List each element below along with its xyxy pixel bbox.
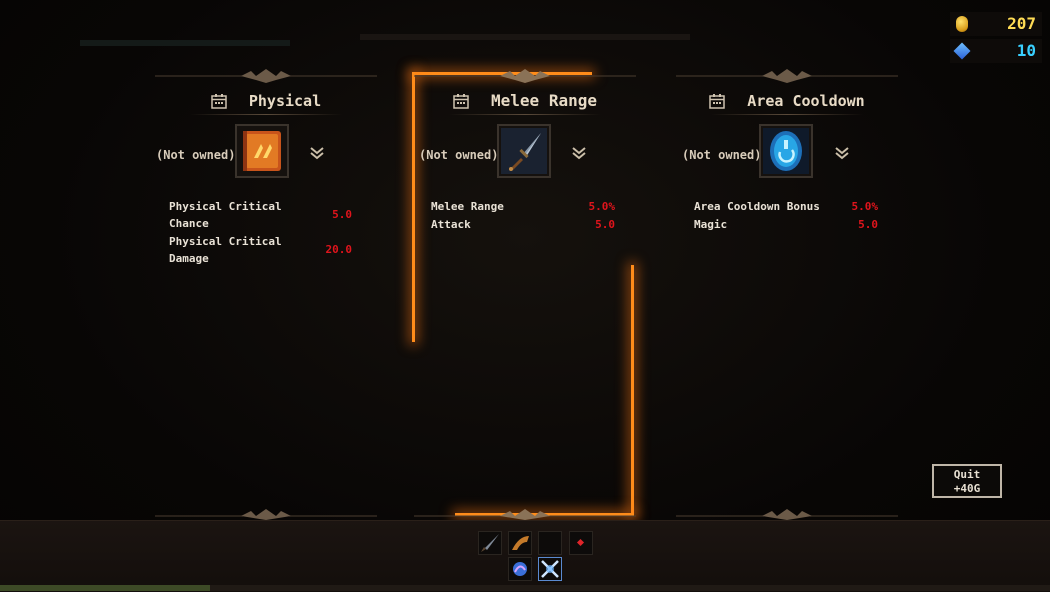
card-title: Physical bbox=[248, 91, 322, 110]
stat-value: 20.0 bbox=[325, 243, 353, 256]
equip-slot-spirit[interactable] bbox=[508, 557, 532, 581]
stat-label: Area Cooldown Bonus bbox=[694, 200, 820, 213]
upgrade-card-area-cooldown[interactable]: Area Cooldown (Not owned) Area Cooldown … bbox=[656, 68, 918, 288]
stat-label: Physical Critical Chance bbox=[169, 200, 282, 230]
physical-tome-icon bbox=[243, 131, 281, 171]
crossed-blades-icon bbox=[541, 560, 559, 578]
owned-status: (Not owned) bbox=[682, 148, 762, 162]
quit-label: Quit bbox=[953, 468, 981, 481]
stat-value: 5.0 bbox=[858, 218, 878, 231]
gem-counter: 10 bbox=[950, 39, 1042, 63]
title-divider bbox=[190, 114, 342, 115]
stat-label: Attack bbox=[431, 218, 471, 231]
upgrade-card-melee-range[interactable]: Melee Range (Not owned) Melee Range 5.0%… bbox=[394, 68, 656, 288]
calendar-icon bbox=[453, 93, 469, 109]
upgrade-card-physical[interactable]: Physical (Not owned) Physical Critical Ch… bbox=[135, 68, 397, 288]
blue-gem-icon bbox=[953, 42, 971, 60]
experience-bar bbox=[0, 585, 1050, 591]
gem-amount: 10 bbox=[1016, 41, 1036, 60]
item-slot bbox=[235, 124, 289, 178]
stat-value: 5.0% bbox=[588, 200, 616, 213]
item-slot bbox=[497, 124, 551, 178]
top-ornament-icon bbox=[676, 69, 898, 83]
horn-icon bbox=[512, 536, 529, 550]
gold-coin-icon bbox=[956, 16, 968, 32]
calendar-icon bbox=[211, 93, 227, 109]
title-divider bbox=[449, 114, 601, 115]
owned-status: (Not owned) bbox=[419, 148, 499, 162]
stat-value: 5.0% bbox=[851, 200, 879, 213]
calendar-icon bbox=[709, 93, 726, 109]
dagger-icon bbox=[501, 128, 547, 174]
card-title: Melee Range bbox=[491, 91, 597, 110]
blue-spirit-icon bbox=[513, 562, 527, 576]
card-title-row: Area Cooldown bbox=[656, 90, 918, 110]
equip-slot-red-gem[interactable] bbox=[569, 531, 593, 555]
equip-slot-lightning[interactable] bbox=[538, 557, 562, 581]
title-divider bbox=[711, 114, 863, 115]
card-title-row: Physical bbox=[135, 90, 397, 110]
stat-value: 5.0 bbox=[595, 218, 615, 231]
sword-icon bbox=[481, 534, 499, 552]
item-slot bbox=[759, 124, 813, 178]
owned-status: (Not owned) bbox=[156, 148, 236, 162]
background-boss-bar bbox=[360, 34, 690, 40]
equip-slot-horn[interactable] bbox=[508, 531, 532, 555]
quit-reward: +40G bbox=[953, 482, 981, 495]
gold-amount: 207 bbox=[1007, 14, 1036, 33]
quit-button[interactable]: Quit +40G bbox=[932, 464, 1002, 498]
top-ornament-icon bbox=[414, 69, 636, 83]
card-title-row: Melee Range bbox=[394, 90, 656, 110]
card-title: Area Cooldown bbox=[747, 91, 865, 110]
selection-border-right bbox=[631, 265, 634, 515]
stat-label: Melee Range bbox=[431, 200, 504, 213]
chevron-down-icon[interactable] bbox=[834, 146, 850, 160]
background-health-bar bbox=[80, 40, 290, 46]
chevron-down-icon[interactable] bbox=[309, 146, 325, 160]
chevron-down-icon[interactable] bbox=[571, 146, 587, 160]
stat-label: Magic bbox=[694, 218, 728, 231]
stat-value: 5.0 bbox=[332, 208, 352, 221]
red-gem-icon bbox=[576, 538, 585, 547]
gold-counter: 207 bbox=[950, 12, 1042, 36]
experience-fill bbox=[0, 585, 210, 591]
stat-label: Physical Critical Damage bbox=[169, 235, 282, 265]
equip-slot-empty[interactable] bbox=[538, 531, 562, 555]
equip-slot-sword[interactable] bbox=[478, 531, 502, 555]
blue-rune-stone-icon bbox=[763, 128, 809, 174]
top-ornament-icon bbox=[155, 69, 377, 83]
